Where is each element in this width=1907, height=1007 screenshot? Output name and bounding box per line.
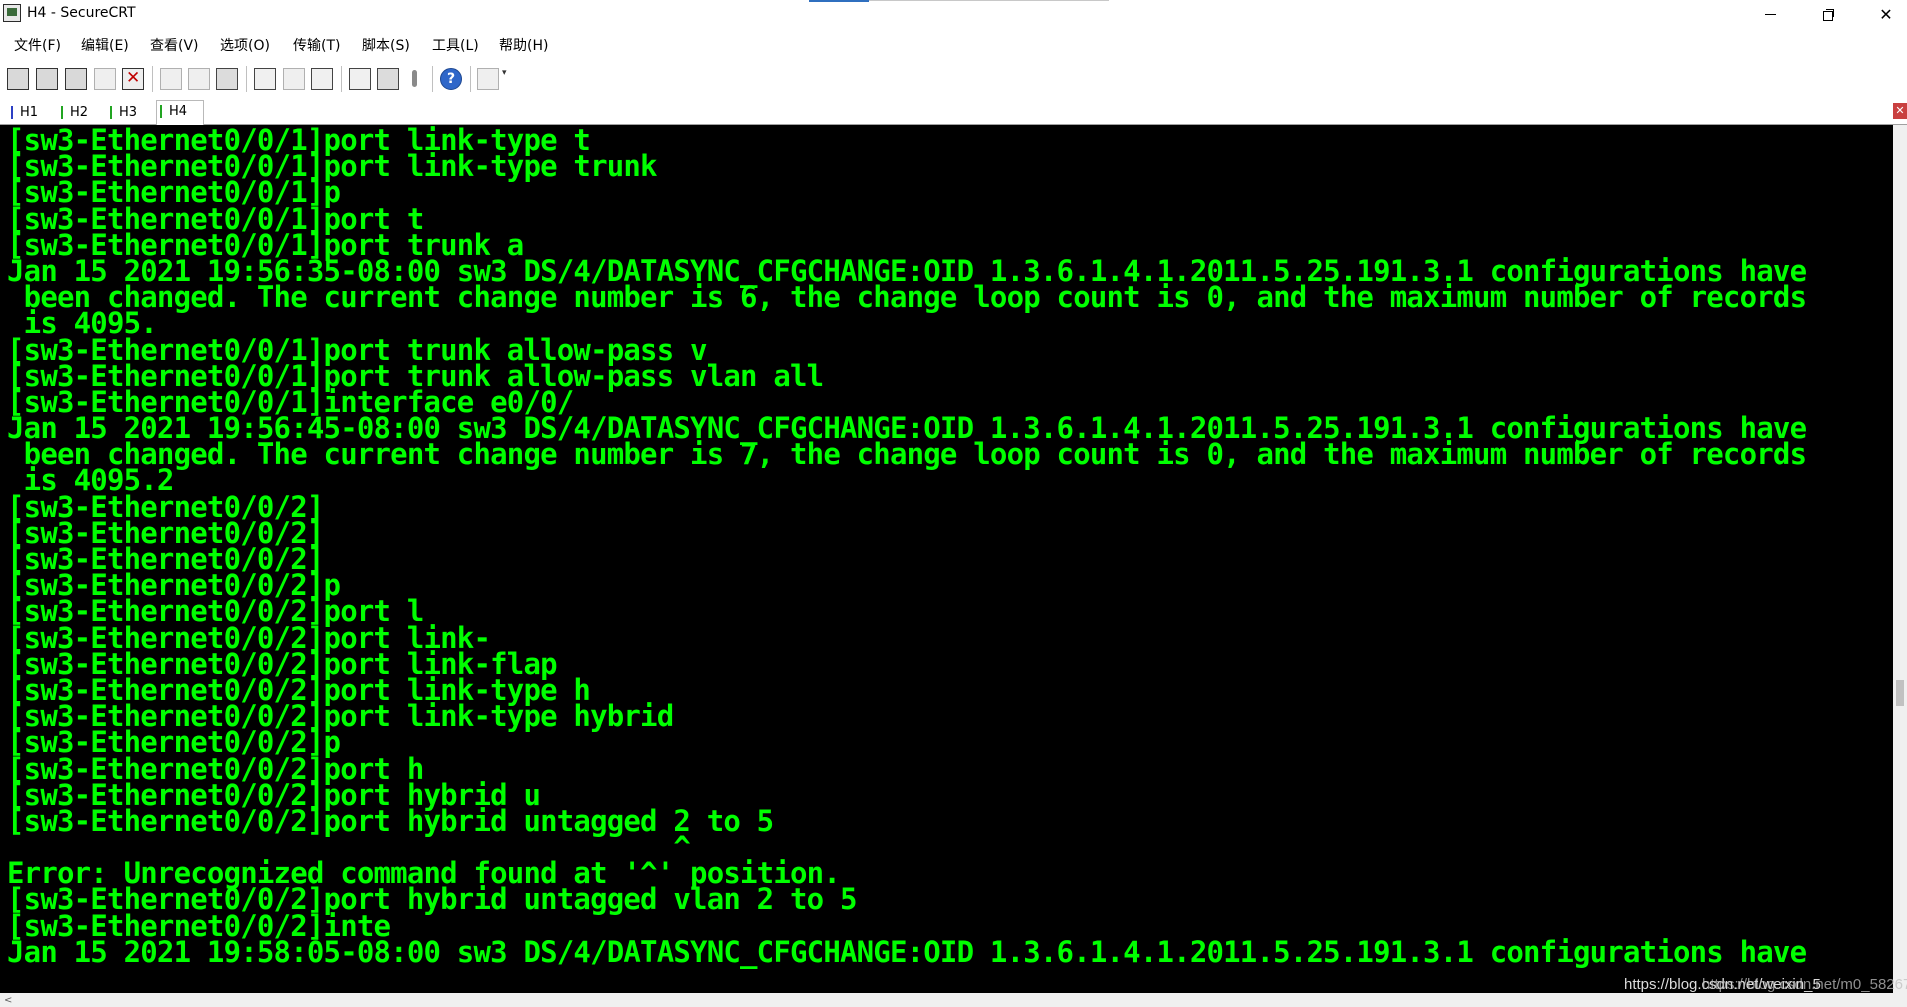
menu-file[interactable]: 文件(F) <box>14 35 61 55</box>
paste-icon[interactable] <box>188 68 210 90</box>
tab-label: H2 <box>70 105 89 120</box>
tab-h3[interactable]: H3 <box>107 102 147 123</box>
close-tab-icon[interactable]: ✕ <box>1893 103 1907 119</box>
menu-options[interactable]: 选项(O) <box>220 35 270 55</box>
tab-h4[interactable]: H4 <box>156 100 204 125</box>
menu-transfer[interactable]: 传输(T) <box>293 35 340 55</box>
toolbar-dropdown-icon[interactable]: ▾ <box>502 68 512 90</box>
tab-h1[interactable]: H1 <box>8 102 48 123</box>
minimize-icon <box>1764 13 1776 15</box>
menu-help[interactable]: 帮助(H) <box>499 35 548 55</box>
tab-status-icon <box>11 106 13 119</box>
watermark-text-overlay: https://blog.csdn.net/m0_5826702 <box>1702 976 1907 993</box>
menu-bar: 文件(F) 编辑(E) 查看(V) 选项(O) 传输(T) 脚本(S) 工具(L… <box>0 30 1907 54</box>
restore-button[interactable] <box>1804 0 1852 28</box>
toolbar-separator <box>246 66 247 92</box>
tab-label: H4 <box>169 104 188 119</box>
help-icon[interactable]: ? <box>440 68 462 90</box>
toolbar-separator <box>432 66 433 92</box>
menu-view[interactable]: 查看(V) <box>150 35 199 55</box>
tab-label: H3 <box>119 105 138 120</box>
print-icon[interactable] <box>254 68 276 90</box>
global-options-icon[interactable] <box>377 68 399 90</box>
session-tab-bar: H1 H2 H3 H4 <box>0 100 1907 125</box>
tab-label: H1 <box>20 105 39 120</box>
terminal-text: [sw3-Ethernet0/0/1]port link-type t [sw3-… <box>7 125 1807 969</box>
quick-connect-icon[interactable] <box>36 68 58 90</box>
terminal-line: Jan 15 2021 19:58:05-08:00 sw3 DS/4/DATA… <box>7 934 1807 969</box>
copy-icon[interactable] <box>160 68 182 90</box>
toolbar-separator <box>341 66 342 92</box>
horizontal-scrollbar[interactable] <box>0 993 1907 1007</box>
reconnect-icon[interactable] <box>94 68 116 90</box>
print-setup-icon[interactable] <box>311 68 333 90</box>
disconnect-icon[interactable] <box>122 68 144 90</box>
key-icon[interactable] <box>404 68 426 90</box>
tab-status-icon <box>160 105 162 118</box>
window-title: H4 - SecureCRT <box>27 5 136 21</box>
tab-status-icon <box>61 106 63 119</box>
minimize-button[interactable] <box>1746 0 1794 28</box>
tab-h2[interactable]: H2 <box>58 102 98 123</box>
title-divider-line <box>869 0 1109 1</box>
session-options-icon[interactable] <box>349 68 371 90</box>
print-selection-icon[interactable] <box>283 68 305 90</box>
close-button[interactable]: ✕ <box>1862 0 1907 28</box>
toolbar-separator <box>470 66 471 92</box>
menu-edit[interactable]: 编辑(E) <box>81 35 129 55</box>
terminal-output[interactable]: [sw3-Ethernet0/0/1]port link-type t [sw3-… <box>0 125 1893 993</box>
tab-status-icon <box>110 106 112 119</box>
toolbar-overflow-icon[interactable] <box>477 68 499 90</box>
vertical-scrollbar[interactable] <box>1893 125 1907 993</box>
securecrt-app-icon[interactable] <box>3 4 21 22</box>
toolbar-separator <box>152 66 153 92</box>
terminal-line: been changed. The current change number … <box>7 437 1807 472</box>
close-icon: ✕ <box>1879 4 1893 24</box>
restore-icon <box>1822 8 1834 21</box>
menu-tools[interactable]: 工具(L) <box>432 35 479 55</box>
connect-icon[interactable] <box>7 68 29 90</box>
menu-script[interactable]: 脚本(S) <box>362 35 410 55</box>
vertical-scroll-thumb[interactable] <box>1896 680 1904 706</box>
scroll-left-arrow-icon[interactable]: < <box>4 995 12 1006</box>
find-icon[interactable] <box>216 68 238 90</box>
title-accent-line <box>809 0 869 2</box>
toolbar: ? ▾ <box>0 56 1907 98</box>
terminal-line: been changed. The current change number … <box>7 280 1807 315</box>
connect-in-tab-icon[interactable] <box>65 68 87 90</box>
title-bar: H4 - SecureCRT ✕ <box>0 0 1907 28</box>
